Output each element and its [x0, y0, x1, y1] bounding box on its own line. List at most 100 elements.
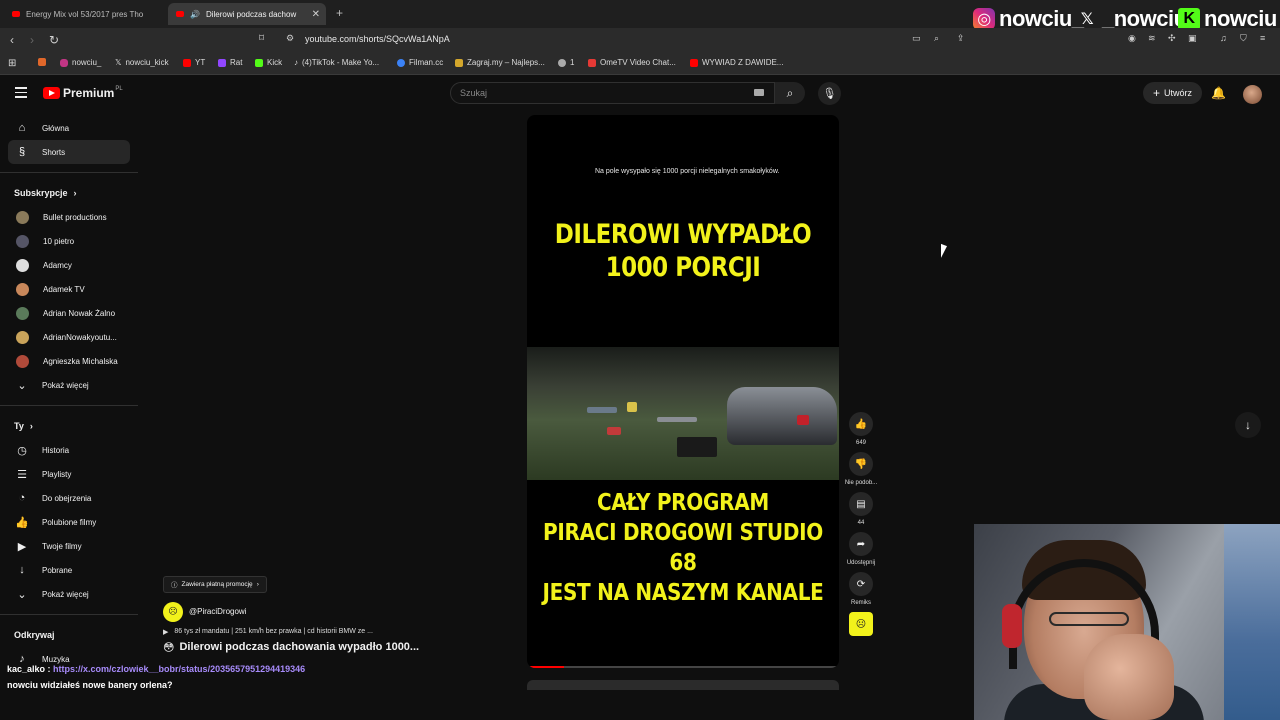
apps-grid-icon[interactable]: ⊞ [8, 58, 16, 69]
sidebar-item-subscription[interactable]: Bullet productions [0, 205, 138, 229]
shield-icon[interactable]: ⛉ [1240, 33, 1247, 44]
bookmark[interactable]: nowciu_ [60, 58, 101, 67]
tab-title: Energy Mix vol 53/2017 pres Tho [26, 9, 144, 19]
sidebar-item-your-videos[interactable]: ▶ Twoje filmy [0, 534, 138, 558]
sidebar-item-watch-later[interactable]: ◔ Do obejrzenia [0, 486, 138, 510]
create-button[interactable]: + Utwórz [1143, 82, 1203, 104]
thumbs-down-icon[interactable]: 👎 [849, 452, 873, 476]
channel-avatar [16, 210, 29, 224]
video-title: 😳 Dilerowi podczas dachowania wypadło 10… [163, 641, 523, 654]
sidebar-item-subscription[interactable]: Adamcy [0, 253, 138, 277]
browser-tab-active[interactable]: 🔊 Dilerowi podczas dachow ✕ [168, 3, 326, 25]
sidebar-item-subscription[interactable]: Adrian Nowak Żalno [0, 301, 138, 325]
your-videos-icon: ▶ [17, 540, 27, 553]
sidebar-show-more-you[interactable]: ⌄ Pokaż więcej [0, 582, 138, 606]
sidebar-item-label: Twoje filmy [42, 541, 82, 551]
menu-icon[interactable]: ≡ [1260, 33, 1265, 43]
paid-promotion-badge[interactable]: ⓘ Zawiera płatną promocję › [163, 575, 267, 593]
share-action[interactable]: ➦ Udostępnij [840, 532, 882, 566]
like-action[interactable]: 👍 649 [840, 412, 882, 446]
extension-icon[interactable]: ≋ [1148, 33, 1156, 44]
next-video-arrow-icon[interactable]: ↓ [1235, 412, 1261, 438]
music-icon[interactable]: ♫ [1220, 33, 1227, 43]
bookmark[interactable]: 1 [558, 58, 574, 67]
youtube-icon [690, 58, 698, 67]
search-input[interactable]: Szukaj [450, 82, 775, 104]
bookmark[interactable]: YT [183, 58, 205, 67]
url-field[interactable]: youtube.com/shorts/SQcvWa1ANpA [305, 34, 450, 44]
account-avatar[interactable] [1243, 85, 1262, 104]
sidebar-item-downloads[interactable]: ↓ Pobrane [0, 558, 138, 582]
history-icon: ◷ [17, 444, 27, 457]
new-tab-button[interactable]: + [336, 6, 343, 20]
back-icon[interactable]: ‹ [10, 33, 14, 47]
channel-avatar[interactable]: ☹ [163, 601, 183, 622]
hamburger-menu-icon[interactable] [15, 87, 27, 101]
notifications-bell-icon[interactable]: 🔔 [1211, 86, 1226, 100]
share-icon[interactable]: ⇪ [957, 33, 965, 44]
sidebar-section-you[interactable]: Ty › [0, 414, 138, 438]
sidebar-item-playlists[interactable]: ☰ Playlisty [0, 462, 138, 486]
youtube-topbar: Premium PL Szukaj ⌕ 🎙 + Utwórz 🔔 [0, 76, 1280, 110]
reload-icon[interactable]: ↻ [49, 33, 59, 47]
bookmark[interactable]: OmeTV Video Chat... [588, 58, 676, 67]
video-headline-bottom: CAŁY PROGRAM PIRACI DROGOWI STUDIO 68 JE… [542, 488, 824, 606]
sidebar-item-liked[interactable]: 👍 Polubione filmy [0, 510, 138, 534]
site-info-icon[interactable]: ⚙ [286, 33, 294, 44]
extension-icon[interactable]: ◉ [1128, 33, 1136, 44]
bookmark[interactable] [38, 58, 46, 66]
sidebar-item-label: Adrian Nowak Żalno [43, 308, 116, 318]
channel-name[interactable]: @PiraciDrogowi [189, 607, 246, 616]
sidebar-item-shorts[interactable]: § Shorts [8, 140, 130, 164]
shorts-player[interactable]: Na pole wysypało się 1000 porcji nielega… [527, 115, 839, 668]
bookmark[interactable]: Kick [255, 58, 282, 67]
search-button[interactable]: ⌕ [775, 82, 805, 104]
audio-track-thumbnail[interactable]: ☹ [849, 612, 873, 636]
video-progress-bar[interactable] [527, 666, 839, 668]
browser-tab[interactable]: Energy Mix vol 53/2017 pres Tho [4, 3, 162, 25]
remix-icon[interactable]: ⟳ [849, 572, 873, 596]
sidebar-item-history[interactable]: ◷ Historia [0, 438, 138, 462]
related-video-link[interactable]: ▶ 86 tys zł mandatu | 251 km/h bez prawk… [163, 628, 523, 636]
cast-icon[interactable]: ▭ [912, 33, 921, 44]
chevron-down-icon: ⌄ [17, 588, 27, 601]
sidebar-item-label: Polubione filmy [42, 517, 97, 527]
bookmark[interactable]: WYWIAD Z DAWIDE... [690, 58, 783, 67]
sidebar-show-more-subs[interactable]: ⌄ Pokaż więcej [0, 373, 138, 397]
shorts-actions: 👍 649 👎 Nie podob... ▤ 44 ➦ Udostępnij ⟳… [840, 412, 882, 636]
youtube-logo-icon [43, 87, 60, 99]
bookmark[interactable]: Filman.cc [397, 58, 443, 67]
keyboard-icon[interactable] [754, 89, 764, 96]
bookmark[interactable]: ♪ (4)TikTok - Make Yo... [294, 58, 379, 67]
forward-icon[interactable]: › [30, 33, 34, 47]
channel-row[interactable]: ☹ @PiraciDrogowi [163, 601, 523, 622]
bookmark-icon[interactable]: ⌑ [259, 33, 264, 44]
youtube-premium-logo[interactable]: Premium PL [43, 86, 123, 100]
comments-action[interactable]: ▤ 44 [840, 492, 882, 526]
bookmark[interactable]: Zagraj.my – Najleps... [455, 58, 545, 67]
comment-icon[interactable]: ▤ [849, 492, 873, 516]
sidebar-item-subscription[interactable]: Agnieszka Michalska [0, 349, 138, 373]
puzzle-icon[interactable]: ✣ [1168, 33, 1176, 44]
thumbs-up-icon[interactable]: 👍 [849, 412, 873, 436]
bookmark[interactable]: Rat [218, 58, 242, 67]
sidebar-item-label: Pokaż więcej [42, 589, 89, 599]
zoom-icon[interactable]: ⌕ [934, 33, 939, 44]
remix-action[interactable]: ⟳ Remiks [840, 572, 882, 606]
next-short-preview[interactable] [527, 680, 839, 690]
stream-chat-message: nowciu widziałeś nowe banery orlena? [7, 680, 173, 690]
share-arrow-icon[interactable]: ➦ [849, 532, 873, 556]
bookmarks-bar: ⊞ nowciu_ 𝕏nowciu_kick YT Rat Kick ♪ (4)T… [0, 52, 1280, 75]
voice-search-button[interactable]: 🎙 [818, 82, 841, 105]
sidebar-item-subscription[interactable]: Adamek TV [0, 277, 138, 301]
sidebar-section-subscriptions[interactable]: Subskrypcje › [0, 181, 138, 205]
bookmark-label: Filman.cc [409, 58, 444, 67]
sidebar-item-subscription[interactable]: AdrianNowakyoutu... [0, 325, 138, 349]
sidebar-item-subscription[interactable]: 10 pietro [0, 229, 138, 253]
sidebar-item-home[interactable]: ⌂ Główna [0, 116, 138, 140]
close-tab-icon[interactable]: ✕ [312, 9, 320, 20]
dislike-action[interactable]: 👎 Nie podob... [840, 452, 882, 486]
bookmark[interactable]: 𝕏nowciu_kick [115, 58, 169, 67]
sidebar-icon[interactable]: ▣ [1188, 33, 1197, 44]
channel-avatar [16, 354, 29, 368]
